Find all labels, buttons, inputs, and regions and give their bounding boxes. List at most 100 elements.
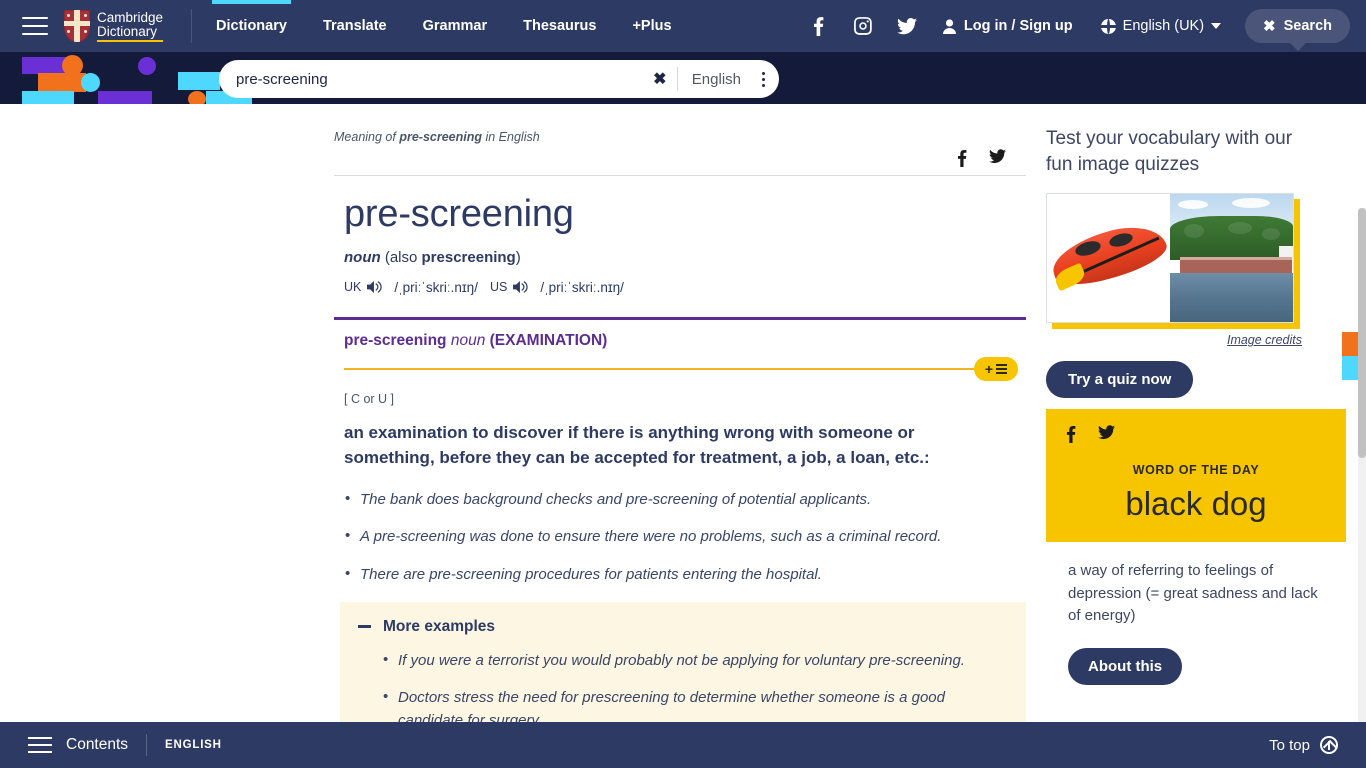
sense-title-pos: noun xyxy=(450,331,486,349)
wotd-word[interactable]: black dog xyxy=(1046,477,1346,522)
part-of-speech-line: noun (also prescreening) xyxy=(334,237,1026,266)
page-content: Meaning of pre-screening in English pre-… xyxy=(0,104,1366,768)
brand-logo[interactable]: Cambridge Dictionary xyxy=(64,10,181,42)
page-root: Cambridge Dictionary Dictionary Translat… xyxy=(0,0,1366,768)
sense-toolbar: + xyxy=(334,356,1026,383)
breadcrumb-prefix: Meaning of xyxy=(334,130,400,144)
pronunciation-line: UK /ˌpriːˈskriː.nɪŋ/ US /ˌpriːˈskriː.nɪŋ… xyxy=(334,266,1026,295)
ipa-uk: /ˌpriːˈskriː.nɪŋ/ xyxy=(394,279,478,295)
sense-guideword: (EXAMINATION) xyxy=(489,331,608,349)
word-of-the-day-card: WORD OF THE DAY black dog a way of refer… xyxy=(1046,409,1346,685)
to-top-button[interactable]: To top xyxy=(1269,736,1366,754)
also-suffix: ) xyxy=(515,248,521,266)
nav-links: Dictionary Translate Grammar Thesaurus +… xyxy=(198,0,690,52)
wotd-share-icons xyxy=(1046,423,1346,443)
bottom-divider xyxy=(146,734,148,756)
wotd-label: WORD OF THE DAY xyxy=(1132,463,1260,477)
language-selector-label: English (UK) xyxy=(1122,18,1205,34)
audio-play-uk-icon[interactable] xyxy=(367,280,383,294)
contents-button[interactable]: Contents xyxy=(66,736,128,754)
entry-share-icons xyxy=(334,144,1026,175)
example-list: The bank does background checks and pre-… xyxy=(334,471,1026,586)
part-of-speech: noun xyxy=(344,248,381,266)
pron-region-us: US xyxy=(489,280,508,295)
nav-item-dictionary[interactable]: Dictionary xyxy=(198,0,305,52)
search-field: ✖ English xyxy=(219,60,779,98)
search-language-selector[interactable]: English xyxy=(678,71,753,88)
to-top-label: To top xyxy=(1269,736,1310,754)
breadcrumb: Meaning of pre-screening in English xyxy=(334,104,1026,144)
hamburger-menu-icon[interactable] xyxy=(22,17,48,35)
ipa-us: /ˌpriːˈskriː.nɪŋ/ xyxy=(540,279,624,295)
search-toggle-button[interactable]: ✖ Search xyxy=(1245,9,1350,51)
also-variant: (also prescreening) xyxy=(385,249,521,266)
close-icon: ✖ xyxy=(1263,18,1276,35)
search-input[interactable] xyxy=(219,69,643,89)
wotd-header: WORD OF THE DAY black dog xyxy=(1046,409,1346,543)
search-bar-row: ✖ English Grammar English–Spanish Spanis… xyxy=(0,52,1366,149)
barge-photo xyxy=(1170,194,1293,323)
example-item: A pre-screening was done to ensure there… xyxy=(344,525,984,548)
quiz-title: Test your vocabulary with our fun image … xyxy=(1046,128,1293,175)
quiz-image-wrapper[interactable] xyxy=(1046,193,1300,330)
image-credits-link[interactable]: Image credits xyxy=(1227,333,1302,347)
twitter-icon[interactable] xyxy=(1098,425,1115,440)
add-to-wordlist-button[interactable]: + xyxy=(974,356,1018,381)
bottom-language-label: ENGLISH xyxy=(165,739,222,751)
nav-item-thesaurus[interactable]: Thesaurus xyxy=(505,0,614,52)
audio-play-us-icon[interactable] xyxy=(513,280,529,294)
facebook-icon[interactable] xyxy=(957,149,967,167)
about-this-button[interactable]: About this xyxy=(1068,647,1183,685)
example-item: There are pre-screening procedures for p… xyxy=(344,563,984,586)
twitter-icon[interactable] xyxy=(989,149,1006,164)
nav-item-translate[interactable]: Translate xyxy=(305,0,405,52)
image-quiz-card: Test your vocabulary with our fun image … xyxy=(1046,104,1364,399)
bottom-bar: Contents ENGLISH To top xyxy=(0,722,1366,768)
more-options-icon[interactable] xyxy=(753,71,779,87)
decorative-blocks xyxy=(0,52,252,107)
scrollbar-thumb[interactable] xyxy=(1358,208,1366,458)
list-icon xyxy=(996,363,1008,374)
pron-region-uk: UK xyxy=(344,280,362,295)
more-examples-toggle[interactable]: More examples xyxy=(358,618,1008,636)
instagram-icon[interactable] xyxy=(841,0,885,52)
contents-hamburger-icon[interactable] xyxy=(28,737,52,753)
try-a-quiz-button[interactable]: Try a quiz now xyxy=(1046,361,1194,399)
language-selector[interactable]: English (UK) xyxy=(1087,18,1235,34)
brand-line-1: Cambridge xyxy=(97,9,164,25)
sense-rule xyxy=(344,367,1016,370)
cambridge-crest-icon xyxy=(64,10,90,42)
more-examples-list: If you were a terrorist you would probab… xyxy=(358,636,1008,733)
nav-divider xyxy=(191,9,193,43)
twitter-icon[interactable] xyxy=(885,0,929,52)
collapse-minus-icon xyxy=(358,625,371,629)
nav-item-plus[interactable]: +Plus xyxy=(614,0,689,52)
sense-block: pre-screening noun (EXAMINATION) + [ C o… xyxy=(334,316,1026,586)
login-signup-button[interactable]: Log in / Sign up xyxy=(929,18,1087,34)
globe-icon xyxy=(1100,18,1116,34)
breadcrumb-suffix: in English xyxy=(482,130,540,144)
more-example-item: If you were a terrorist you would probab… xyxy=(382,649,982,673)
clear-search-icon[interactable]: ✖ xyxy=(643,69,677,89)
chevron-down-icon xyxy=(1211,23,1222,29)
wotd-body: a way of referring to feelings of depres… xyxy=(1046,542,1346,685)
grammar-label: [ C or U ] xyxy=(344,391,395,406)
also-prefix: (also xyxy=(384,248,422,266)
brand-text: Cambridge Dictionary xyxy=(97,9,164,42)
sense-title: pre-screening noun (EXAMINATION) xyxy=(334,320,1026,350)
dictionary-entry: Meaning of pre-screening in English pre-… xyxy=(334,104,1026,764)
example-item: The bank does background checks and pre-… xyxy=(344,488,984,511)
facebook-icon[interactable] xyxy=(1066,425,1076,443)
brand-line-2: Dictionary xyxy=(97,23,158,39)
facebook-icon[interactable] xyxy=(797,0,841,52)
arrow-up-circle-icon xyxy=(1320,736,1338,754)
breadcrumb-word: pre-screening xyxy=(399,130,482,144)
nav-item-grammar[interactable]: Grammar xyxy=(405,0,505,52)
page-scrollbar[interactable] xyxy=(1358,208,1366,768)
quiz-image xyxy=(1046,193,1294,324)
user-icon xyxy=(942,18,956,34)
top-navigation-bar: Cambridge Dictionary Dictionary Translat… xyxy=(0,0,1366,52)
definition-text: an examination to discover if there is a… xyxy=(344,422,930,468)
search-toggle-label: Search xyxy=(1283,18,1332,34)
more-examples-heading: More examples xyxy=(383,617,495,635)
